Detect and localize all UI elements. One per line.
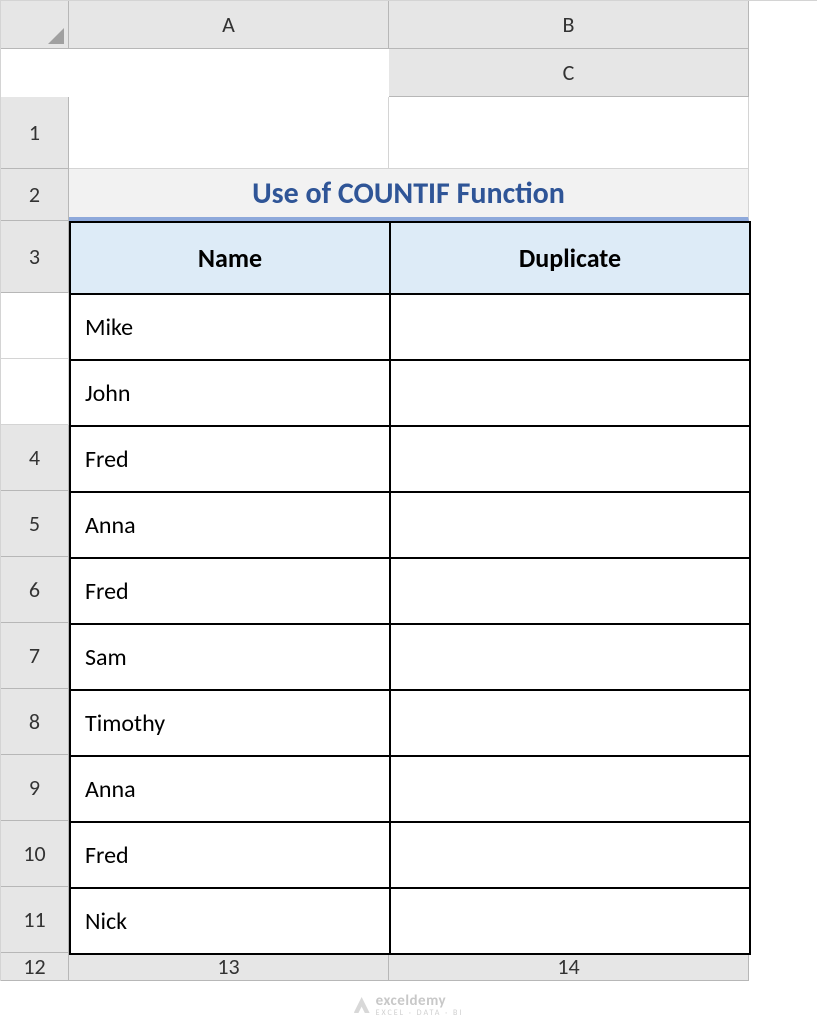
watermark-tagline: EXCEL · DATA · BI	[376, 1008, 464, 1018]
cell-name[interactable]: Timothy	[70, 690, 390, 756]
cell-name[interactable]: John	[70, 360, 390, 426]
header-name[interactable]: Name	[70, 222, 390, 294]
cell-name[interactable]: Fred	[70, 558, 390, 624]
cell-name[interactable]: Nick	[70, 888, 390, 954]
cell-name[interactable]: Mike	[70, 294, 390, 360]
header-duplicate[interactable]: Duplicate	[390, 222, 750, 294]
row-header-4[interactable]: 4	[1, 425, 69, 491]
spreadsheet-grid: A B C 1 2 Use of COUNTIF Function 3 4 Na…	[0, 0, 817, 981]
cell-duplicate[interactable]	[390, 426, 750, 492]
cell-B3[interactable]	[1, 293, 69, 359]
cell-duplicate[interactable]	[390, 360, 750, 426]
row-header-7[interactable]: 7	[1, 623, 69, 689]
table-row: Timothy	[70, 690, 750, 756]
cell-name[interactable]: Anna	[70, 756, 390, 822]
cell-duplicate[interactable]	[390, 492, 750, 558]
cell-duplicate[interactable]	[390, 624, 750, 690]
cell-name[interactable]: Sam	[70, 624, 390, 690]
table-row: Anna	[70, 756, 750, 822]
row-header-3[interactable]: 3	[1, 221, 69, 293]
row-header-12[interactable]: 12	[1, 953, 69, 981]
row-header-13[interactable]: 13	[69, 953, 389, 981]
row-header-8[interactable]: 8	[1, 689, 69, 755]
column-header-A[interactable]: A	[69, 1, 389, 49]
cell-C1[interactable]	[389, 97, 749, 169]
cell-duplicate[interactable]	[390, 294, 750, 360]
watermark: exceldemy EXCEL · DATA · BI	[354, 992, 464, 1018]
cell-name[interactable]: Anna	[70, 492, 390, 558]
cell-duplicate[interactable]	[390, 690, 750, 756]
table-row: Nick	[70, 888, 750, 954]
column-header-C[interactable]: C	[389, 49, 749, 97]
row-header-6[interactable]: 6	[1, 557, 69, 623]
row-header-9[interactable]: 9	[1, 755, 69, 821]
cell-B1[interactable]	[69, 97, 389, 169]
cell-duplicate[interactable]	[390, 822, 750, 888]
table-row: Fred	[70, 822, 750, 888]
select-all-corner[interactable]	[1, 1, 69, 49]
table-header-row: Name Duplicate	[70, 222, 750, 294]
cell-C3[interactable]	[1, 359, 69, 425]
cell-duplicate[interactable]	[390, 888, 750, 954]
cell-name[interactable]: Fred	[70, 426, 390, 492]
row-header-10[interactable]: 10	[1, 821, 69, 887]
row-header-5[interactable]: 5	[1, 491, 69, 557]
row-header-2[interactable]: 2	[1, 169, 69, 221]
table-row: Fred	[70, 558, 750, 624]
row-header-14[interactable]: 14	[389, 953, 749, 981]
row-header-11[interactable]: 11	[1, 887, 69, 953]
title-cell[interactable]: Use of COUNTIF Function	[69, 169, 749, 221]
data-table-region: Name Duplicate MikeJohnFredAnnaFredSamTi…	[69, 221, 749, 953]
cell-duplicate[interactable]	[390, 558, 750, 624]
row-header-1[interactable]: 1	[1, 97, 69, 169]
table-row: Sam	[70, 624, 750, 690]
cell-name[interactable]: Fred	[70, 822, 390, 888]
page-title: Use of COUNTIF Function	[252, 175, 565, 212]
column-header-B[interactable]: B	[389, 1, 749, 49]
brand-icon	[354, 997, 370, 1013]
table-row: Anna	[70, 492, 750, 558]
table-row: Fred	[70, 426, 750, 492]
data-table: Name Duplicate MikeJohnFredAnnaFredSamTi…	[69, 221, 751, 955]
table-row: John	[70, 360, 750, 426]
cell-duplicate[interactable]	[390, 756, 750, 822]
table-row: Mike	[70, 294, 750, 360]
